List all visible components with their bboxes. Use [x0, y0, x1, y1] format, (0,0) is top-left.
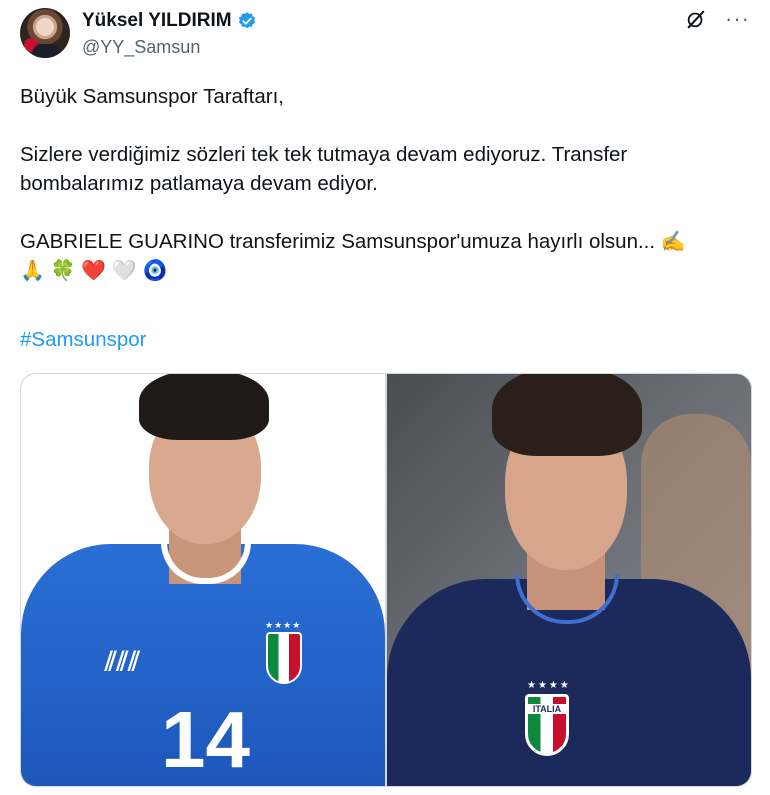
tweet-media-grid: ⫽⫽⫽ ★★★★ 14 ★★★★ ITALIA [20, 373, 752, 787]
white-heart-emoji: 🤍 [111, 258, 137, 282]
grok-icon[interactable] [685, 8, 707, 30]
author-handle[interactable]: @YY_Samsun [82, 37, 200, 58]
four-leaf-clover-emoji: 🍀 [50, 258, 76, 282]
tweet-emoji-row: 🙏 🍀 ❤️ 🤍 🧿 [20, 256, 750, 285]
adidas-logo-icon: ⫽⫽⫽ [105, 646, 140, 676]
media-photo-right[interactable]: ★★★★ ITALIA [387, 374, 751, 786]
crest-stars: ★★★★ [265, 620, 302, 630]
writing-hand-emoji: ✍️ [660, 229, 686, 253]
verified-badge-icon [238, 12, 255, 29]
media-photo-left[interactable]: ⫽⫽⫽ ★★★★ 14 [21, 374, 385, 786]
player-hair [492, 374, 642, 456]
tweet-text: Büyük Samsunspor Taraftarı, Sizlere verd… [20, 82, 750, 285]
jersey-number: 14 [161, 695, 250, 784]
tweet-line-3: bombalarımız patlamaya devam ediyor. [20, 172, 378, 195]
more-options-icon[interactable]: ··· [725, 8, 750, 30]
hashtag-link[interactable]: #Samsunspor [20, 328, 146, 352]
player-hair [139, 374, 269, 440]
nazar-amulet-emoji: 🧿 [142, 258, 168, 282]
crest-label: ITALIA [525, 704, 569, 714]
tweet-line-greeting: Büyük Samsunspor Taraftarı, [20, 85, 284, 108]
red-heart-emoji: ❤️ [81, 258, 107, 282]
tweet-top-actions: ··· [685, 8, 750, 30]
folded-hands-emoji: 🙏 [20, 258, 45, 282]
tweet-line-4: GABRIELE GUARINO transferimiz Samsunspor… [20, 227, 750, 256]
crest-stars: ★★★★ [527, 680, 571, 691]
author-avatar[interactable] [20, 8, 70, 58]
tweet-line-2: Sizlere verdiğimiz sözleri tek tek tutma… [20, 143, 628, 166]
tweet-line-4-text: GABRIELE GUARINO transferimiz Samsunspor… [20, 230, 661, 253]
author-name-row[interactable]: Yüksel YILDIRIM [82, 10, 257, 32]
avatar-suit-detail [32, 44, 60, 58]
italy-crest-icon [266, 632, 302, 684]
author-name[interactable]: Yüksel YILDIRIM [82, 10, 232, 32]
